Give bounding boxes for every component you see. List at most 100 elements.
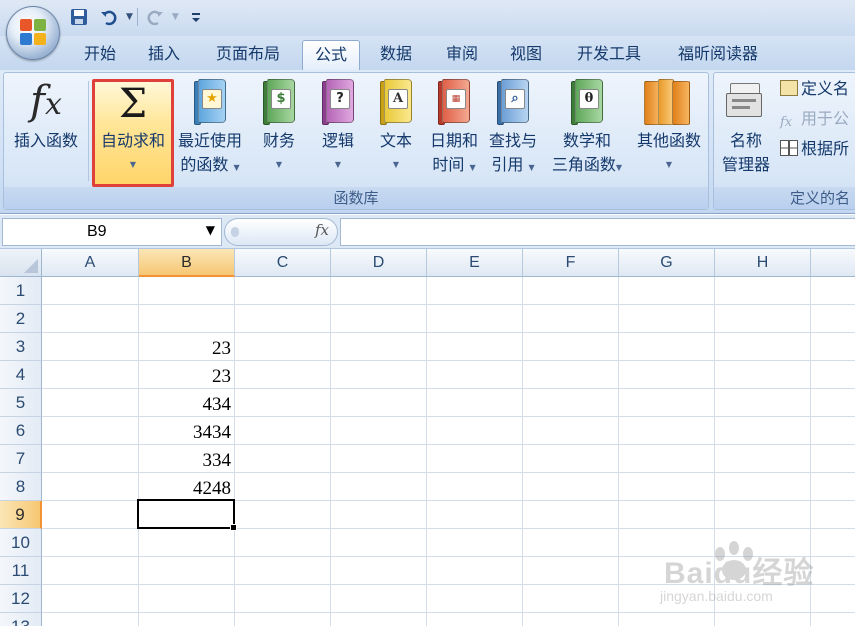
undo-button[interactable]	[96, 4, 122, 30]
tab-insert[interactable]: 插入	[136, 40, 192, 70]
financial-button[interactable]: $ 财务 ▼	[250, 73, 308, 185]
column-header-f[interactable]: F	[523, 249, 619, 277]
row-header-4[interactable]: 4	[0, 361, 42, 389]
gridline	[42, 304, 855, 305]
undo-dropdown-icon[interactable]: ▼	[126, 12, 133, 22]
math-trig-dropdown-icon[interactable]: ▼	[616, 163, 622, 172]
cell-b5[interactable]: 434	[139, 389, 235, 417]
row-header-6[interactable]: 6	[0, 417, 42, 445]
logical-label: 逻辑	[321, 131, 354, 150]
text-functions-button[interactable]: A 文本 ▼	[368, 73, 424, 185]
redo-button[interactable]	[142, 4, 168, 30]
tab-developer[interactable]: 开发工具	[564, 40, 654, 70]
tab-data[interactable]: 数据	[368, 40, 424, 70]
name-box-dropdown-icon[interactable]: ▼	[206, 223, 215, 237]
recently-used-label-line1: 最近使用	[177, 131, 242, 150]
money-book-icon: $	[263, 79, 295, 125]
lookup-reference-dropdown-icon[interactable]: ▼	[528, 163, 534, 172]
row-header-13[interactable]: 13	[0, 613, 42, 626]
save-button[interactable]	[66, 4, 92, 30]
use-in-formula-label: 用于公	[801, 109, 850, 128]
column-header-e[interactable]: E	[427, 249, 523, 277]
column-header-d[interactable]: D	[331, 249, 427, 277]
redo-dropdown-icon[interactable]: ▼	[172, 12, 179, 22]
watermark-url: jingyan.baidu.com	[660, 588, 773, 604]
row-header-7[interactable]: 7	[0, 445, 42, 473]
cell-b8[interactable]: 4248	[139, 473, 235, 501]
letter-a-book-icon: A	[380, 79, 412, 125]
row-header-5[interactable]: 5	[0, 389, 42, 417]
date-time-dropdown-icon[interactable]: ▼	[469, 163, 475, 172]
create-from-selection-button[interactable]: 根据所	[780, 137, 849, 161]
text-functions-label: 文本	[379, 131, 412, 150]
office-button[interactable]	[6, 6, 60, 60]
star-book-icon: ★	[194, 79, 226, 125]
autosum-button[interactable]: Σ 自动求和 ▼	[92, 79, 174, 187]
active-cell-b9[interactable]	[137, 499, 237, 531]
cell-b4[interactable]: 23	[139, 361, 235, 389]
more-functions-button[interactable]: 其他函数 ▼	[630, 73, 708, 185]
baidu-watermark: Baidu经验 jingyan.baidu.com	[650, 540, 850, 620]
column-header-g[interactable]: G	[619, 249, 715, 277]
date-time-label-line2: 时间	[432, 155, 465, 174]
row-header-10[interactable]: 10	[0, 529, 42, 557]
name-box-value: B9	[87, 223, 107, 240]
select-all-corner[interactable]	[0, 249, 42, 277]
column-header-h[interactable]: H	[715, 249, 811, 277]
financial-dropdown-icon[interactable]: ▼	[250, 153, 308, 177]
autosum-label: 自动求和	[100, 131, 165, 150]
column-header-partial[interactable]	[811, 249, 855, 277]
tab-formulas[interactable]: 公式	[302, 40, 360, 70]
row-header-1[interactable]: 1	[0, 277, 42, 305]
tab-home[interactable]: 开始	[72, 40, 128, 70]
formula-bar-controls: fx	[224, 218, 338, 246]
row-header-2[interactable]: 2	[0, 305, 42, 333]
define-name-button[interactable]: 定义名	[780, 77, 849, 101]
tab-review[interactable]: 审阅	[434, 40, 490, 70]
save-icon	[71, 9, 87, 25]
math-trig-button[interactable]: θ 数学和 三角函数▼	[542, 73, 632, 185]
logical-dropdown-icon[interactable]: ▼	[310, 153, 366, 177]
row-header-9[interactable]: 9	[0, 501, 42, 529]
cell-b3[interactable]: 23	[139, 333, 235, 361]
tab-view[interactable]: 视图	[498, 40, 554, 70]
autosum-dropdown-icon[interactable]: ▼	[95, 153, 171, 177]
qat-separator	[136, 8, 138, 26]
column-header-a[interactable]: A	[42, 249, 139, 277]
cell-b6[interactable]: 3434	[139, 417, 235, 445]
row-header-3[interactable]: 3	[0, 333, 42, 361]
logical-button[interactable]: ? 逻辑 ▼	[310, 73, 366, 185]
question-book-icon: ?	[322, 79, 354, 125]
formula-input[interactable]	[340, 218, 855, 246]
cell-b7[interactable]: 334	[139, 445, 235, 473]
fx-small-icon: fx	[780, 115, 793, 130]
customize-qat-button[interactable]	[183, 4, 209, 30]
recently-used-dropdown-icon[interactable]: ▼	[233, 163, 239, 172]
name-manager-button[interactable]: 名称 管理器	[714, 73, 778, 185]
row-header-11[interactable]: 11	[0, 557, 42, 585]
row-header-8[interactable]: 8	[0, 473, 42, 501]
gridline	[330, 277, 331, 626]
column-header-c[interactable]: C	[235, 249, 331, 277]
defined-names-group-label: 定义的名	[714, 187, 855, 209]
lookup-reference-button[interactable]: ⌕ 查找与 引用 ▼	[482, 73, 544, 185]
text-functions-dropdown-icon[interactable]: ▼	[368, 153, 424, 177]
ribbon: fx 插入函数 Σ 自动求和 ▼ ★ 最近使用 的函数 ▼ $ 财务 ▼ ? 逻…	[0, 70, 855, 214]
more-functions-label: 其他函数	[636, 131, 701, 150]
tab-page-layout[interactable]: 页面布局	[204, 40, 292, 70]
use-in-formula-button[interactable]: fx 用于公	[780, 107, 849, 131]
defined-names-group: 名称 管理器 定义名 fx 用于公 根据所 定义的名	[713, 72, 855, 210]
tab-foxit-reader[interactable]: 福昕阅读器	[664, 40, 772, 70]
customize-toolbar-icon	[191, 13, 200, 22]
row-header-12[interactable]: 12	[0, 585, 42, 613]
more-functions-dropdown-icon[interactable]: ▼	[630, 153, 708, 177]
column-header-b[interactable]: B	[139, 249, 235, 277]
insert-function-label: 插入函数	[13, 131, 78, 150]
date-time-button[interactable]: ▦ 日期和 时间 ▼	[424, 73, 484, 185]
fx-icon: fx	[30, 78, 62, 124]
insert-function-fx-button[interactable]: fx	[315, 221, 329, 239]
insert-function-button[interactable]: fx 插入函数	[6, 73, 86, 185]
name-box[interactable]: B9 ▼	[2, 218, 222, 246]
recently-used-button[interactable]: ★ 最近使用 的函数 ▼	[174, 73, 246, 185]
splitter-handle-icon[interactable]	[231, 227, 239, 237]
